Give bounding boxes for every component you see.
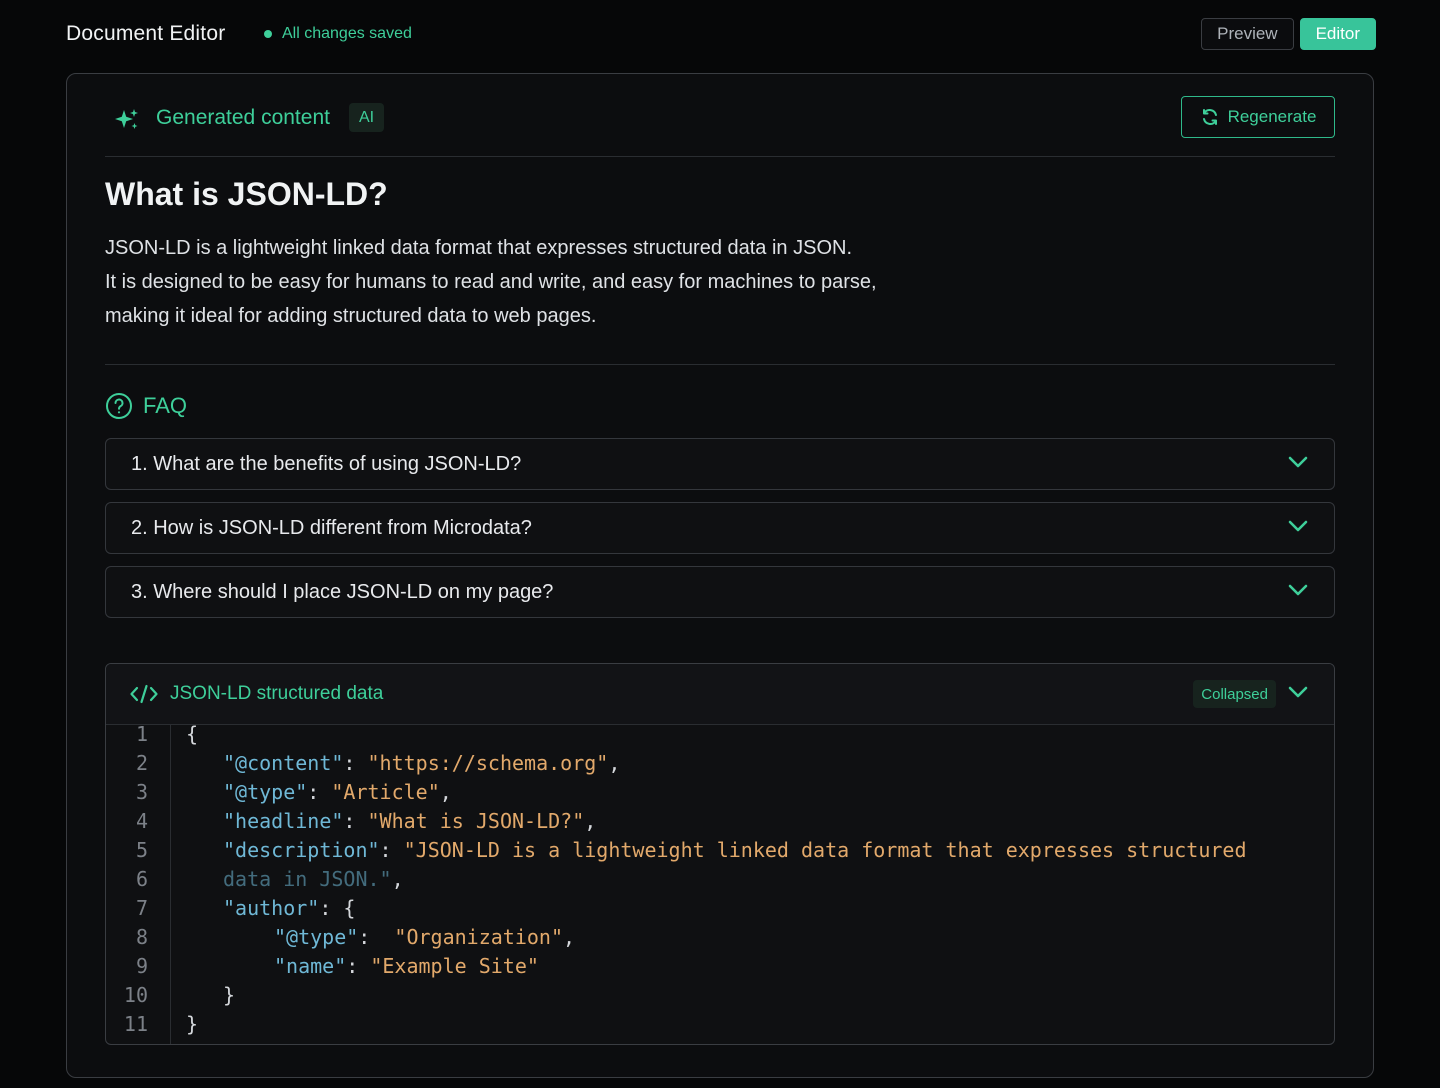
code-token: "Example Site" <box>370 954 539 978</box>
code-token: "name" <box>274 954 347 978</box>
code-token: "Article" <box>331 780 440 804</box>
article-line: JSON-LD is a lightweight linked data for… <box>105 237 853 259</box>
faq-question: 3. Where should I place JSON-LD on my pa… <box>131 581 554 603</box>
top-bar: Document Editor All changes saved Previe… <box>66 14 1376 54</box>
article-line: making it ideal for adding structured da… <box>105 305 597 327</box>
code-token: "What is JSON-LD?" <box>367 809 585 833</box>
code-token: "description" <box>223 838 380 862</box>
json-ld-panel-title: JSON-LD structured data <box>170 683 384 704</box>
code-token: : <box>343 751 368 775</box>
chevron-down-icon <box>1288 456 1308 468</box>
code-line: { <box>186 720 198 749</box>
code-token: : { <box>319 896 356 920</box>
code-line: "@type": "Article", <box>223 778 452 807</box>
collapsed-badge: Collapsed <box>1193 680 1276 708</box>
code-line: } <box>223 981 235 1010</box>
line-number: 5 <box>135 838 148 862</box>
generated-content-title: Generated content <box>156 106 330 129</box>
faq-title: FAQ <box>143 393 188 418</box>
sparkle-icon <box>115 109 138 129</box>
line-number: 7 <box>135 896 148 920</box>
line-number: 2 <box>135 751 148 775</box>
regenerate-label: Regenerate <box>1227 107 1317 126</box>
document-card: Generated content AI Regenerate What is … <box>66 73 1374 1078</box>
save-status-text: All changes saved <box>282 25 412 42</box>
help-circle-icon <box>106 393 132 419</box>
code-line: "name": "Example Site" <box>274 952 539 981</box>
chevron-down-icon[interactable] <box>1288 685 1308 699</box>
code-token: , <box>563 925 576 949</box>
code-line: "author": { <box>223 894 355 923</box>
code-token: , <box>391 867 404 891</box>
code-line: "@type": "Organization", <box>274 923 575 952</box>
code-token: , <box>608 751 621 775</box>
faq-question: 2. How is JSON-LD different from Microda… <box>131 517 532 539</box>
code-token: "@type" <box>223 780 308 804</box>
code-token: } <box>186 1012 199 1036</box>
article-heading: What is JSON-LD? <box>105 176 388 212</box>
chevron-down-icon <box>1288 584 1308 596</box>
code-line: data in JSON.", <box>223 865 404 894</box>
code-token: : <box>346 954 371 978</box>
code-line: "description": "JSON-LD is a lightweight… <box>223 836 1247 865</box>
code-token: "author" <box>223 896 320 920</box>
code-token: "Organization" <box>394 925 563 949</box>
status-dot-icon <box>264 30 272 38</box>
json-ld-panel: JSON-LD structured data Collapsed 1 2 3 4 5 6… <box>105 663 1335 1045</box>
mode-toggle: Preview Editor <box>1201 18 1376 50</box>
code-token: } <box>223 983 236 1007</box>
code-token: "JSON-LD is a lightweight linked data fo… <box>403 838 1247 862</box>
line-number-gutter: 1 2 3 4 5 6 7 8 9 10 11 <box>106 722 171 1044</box>
code-token: : <box>307 780 332 804</box>
code-token: , <box>584 809 597 833</box>
code-token: : <box>358 925 395 949</box>
app-title: Document Editor <box>66 22 226 45</box>
faq-item[interactable]: 2. How is JSON-LD different from Microda… <box>105 502 1335 554</box>
line-number: 9 <box>135 954 148 978</box>
code-token: "https://schema.org" <box>367 751 609 775</box>
code-line: "@content": "https://schema.org", <box>223 749 620 778</box>
line-number: 4 <box>135 809 148 833</box>
faq-item[interactable]: 1. What are the benefits of using JSON-L… <box>105 438 1335 490</box>
line-number: 1 <box>135 722 148 746</box>
code-token: : <box>379 838 404 862</box>
section-divider <box>105 364 1335 365</box>
line-number: 6 <box>135 867 148 891</box>
code-token: data in JSON." <box>223 867 392 891</box>
chevron-down-icon <box>1288 520 1308 532</box>
article-body: JSON-LD is a lightweight linked data for… <box>105 231 1005 333</box>
code-line: } <box>186 1010 198 1039</box>
preview-button[interactable]: Preview <box>1201 18 1294 50</box>
code-icon <box>130 684 158 704</box>
line-number: 10 <box>123 983 148 1007</box>
regenerate-button[interactable]: Regenerate <box>1181 96 1335 138</box>
code-token: "@type" <box>274 925 359 949</box>
code-token: , <box>439 780 452 804</box>
line-number: 8 <box>135 925 148 949</box>
json-ld-panel-header[interactable]: JSON-LD structured data Collapsed <box>106 664 1334 725</box>
line-number: 3 <box>135 780 148 804</box>
code-line: "headline": "What is JSON-LD?", <box>223 807 596 836</box>
line-number: 11 <box>123 1012 148 1036</box>
code-editor[interactable]: 1 2 3 4 5 6 7 8 9 10 11 { "@content": "https://sche… <box>106 722 1334 1044</box>
refresh-icon <box>1202 109 1217 125</box>
code-token: { <box>186 722 199 746</box>
faq-item[interactable]: 3. Where should I place JSON-LD on my pa… <box>105 566 1335 618</box>
code-token: "@content" <box>223 751 344 775</box>
code-token: : <box>343 809 368 833</box>
editor-button[interactable]: Editor <box>1299 18 1376 50</box>
save-status: All changes saved <box>264 25 412 43</box>
ai-badge: AI <box>349 103 385 132</box>
code-token: "headline" <box>223 809 344 833</box>
faq-header: FAQ <box>105 392 187 420</box>
generated-content-header: Generated content AI Regenerate <box>105 96 1335 157</box>
faq-question: 1. What are the benefits of using JSON-L… <box>131 453 522 475</box>
article-line: It is designed to be easy for humans to … <box>105 271 877 293</box>
